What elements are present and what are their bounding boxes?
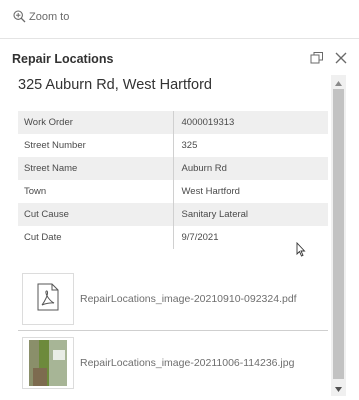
- popup-toolbar: Zoom to: [0, 0, 359, 38]
- table-row: Town West Hartford: [18, 180, 328, 203]
- field-value: Auburn Rd: [173, 157, 328, 180]
- zoom-to-label: Zoom to: [29, 10, 70, 23]
- scroll-down-button[interactable]: [331, 381, 346, 394]
- field-value: 4000019313: [173, 111, 328, 134]
- table-row: Street Name Auburn Rd: [18, 157, 328, 180]
- field-name: Cut Date: [18, 226, 174, 249]
- table-row: Work Order 4000019313: [18, 111, 328, 134]
- popup-content: 325 Auburn Rd, West Hartford Work Order …: [0, 75, 331, 400]
- table-row: Cut Cause Sanitary Lateral: [18, 203, 328, 226]
- table-row: Cut Date 9/7/2021: [18, 226, 328, 249]
- arrow-down-icon: [335, 379, 342, 397]
- attachment-thumbnail: [22, 273, 74, 325]
- field-value: West Hartford: [181, 186, 240, 197]
- attachment-item[interactable]: RepairLocations_image-20211006-114236.jp…: [22, 337, 328, 389]
- attachment-item[interactable]: RepairLocations_image-20210910-092324.pd…: [22, 273, 328, 325]
- zoom-to-button[interactable]: Zoom to: [13, 10, 69, 23]
- field-name: Work Order: [18, 111, 174, 134]
- field-name: Cut Cause: [18, 203, 174, 226]
- attachment-name: RepairLocations_image-20211006-114236.jp…: [80, 357, 295, 369]
- attachment-name: RepairLocations_image-20210910-092324.pd…: [80, 293, 297, 305]
- popup-title: Repair Locations: [12, 52, 114, 66]
- popup-header: Repair Locations: [0, 39, 359, 75]
- zoom-in-icon: [13, 10, 26, 23]
- dock-button[interactable]: [310, 51, 324, 65]
- dock-icon: [310, 52, 324, 69]
- mouse-cursor-icon: [296, 241, 306, 262]
- field-value: Sanitary Lateral: [173, 203, 328, 226]
- attribute-table: Work Order 4000019313 Street Number 325 …: [18, 111, 328, 249]
- field-name: Street Number: [18, 134, 174, 157]
- field-value: 325: [181, 140, 198, 151]
- close-button[interactable]: [334, 51, 348, 65]
- field-name: Street Name: [18, 157, 174, 180]
- feature-title: 325 Auburn Rd, West Hartford: [18, 77, 212, 93]
- attachment-divider: [18, 330, 328, 331]
- pdf-icon: [36, 283, 60, 316]
- attachment-thumbnail: [22, 337, 74, 389]
- close-icon: [334, 52, 348, 69]
- scroll-up-button[interactable]: [331, 75, 346, 88]
- arrow-up-icon: [335, 73, 342, 91]
- table-row: Street Number 325: [18, 134, 328, 157]
- vertical-scrollbar[interactable]: [331, 75, 346, 396]
- field-name: Town: [18, 180, 174, 203]
- scroll-thumb[interactable]: [333, 89, 344, 379]
- photo-thumbnail: [29, 340, 67, 386]
